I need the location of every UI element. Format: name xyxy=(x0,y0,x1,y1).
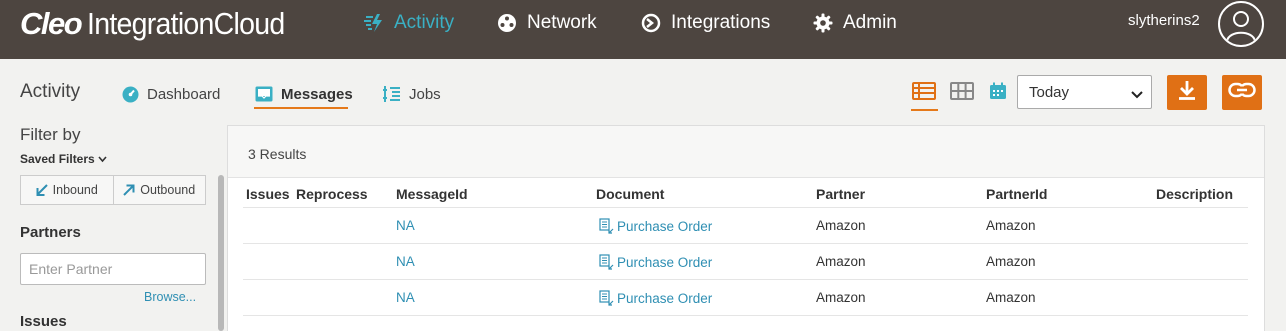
results-count: 3 Results xyxy=(248,146,307,162)
results-panel: 3 Results xyxy=(227,125,1265,331)
list-view-icon[interactable] xyxy=(911,80,937,102)
tab-messages[interactable]: Messages xyxy=(255,84,353,104)
outbound-label: Outbound xyxy=(140,183,196,197)
partner-cell: Amazon xyxy=(816,254,866,269)
column-header-document[interactable]: Document xyxy=(596,186,664,202)
document-link[interactable]: Purchase Order xyxy=(598,254,712,270)
row-divider xyxy=(243,315,1248,316)
partners-heading: Partners xyxy=(20,224,81,241)
partner-input[interactable]: Enter Partner xyxy=(20,253,206,285)
inbound-document-icon xyxy=(598,218,617,234)
column-header-messageid[interactable]: MessageId xyxy=(396,186,468,202)
outbound-button[interactable]: Outbound xyxy=(112,176,206,204)
inbound-document-icon xyxy=(598,290,617,306)
column-header-partner[interactable]: Partner xyxy=(816,186,865,202)
top-bar: Cleo IntegrationCloud Activity Network I… xyxy=(0,0,1286,59)
activity-icon xyxy=(363,12,385,34)
nav-activity[interactable]: Activity xyxy=(363,0,454,46)
active-view-indicator xyxy=(911,109,938,111)
message-id-link[interactable]: NA xyxy=(396,254,415,269)
saved-filters-label: Saved Filters xyxy=(20,152,95,166)
column-header-partnerid[interactable]: PartnerId xyxy=(986,186,1047,202)
jobs-icon xyxy=(383,85,401,103)
row-divider xyxy=(243,243,1248,244)
nav-network-label: Network xyxy=(527,12,597,33)
saved-filters-dropdown[interactable]: Saved Filters xyxy=(20,152,107,166)
download-icon xyxy=(1176,79,1198,106)
partner-cell: Amazon xyxy=(816,218,866,233)
column-header-reprocess[interactable]: Reprocess xyxy=(296,186,368,202)
user-avatar-icon[interactable] xyxy=(1218,1,1264,47)
link-icon xyxy=(1228,82,1256,103)
inbound-button[interactable]: Inbound xyxy=(21,176,113,204)
document-name: Purchase Order xyxy=(617,218,713,234)
tab-messages-label: Messages xyxy=(281,85,353,103)
nav-integrations-label: Integrations xyxy=(671,12,771,33)
gear-icon xyxy=(812,12,834,34)
issues-heading: Issues xyxy=(20,313,67,330)
download-button[interactable] xyxy=(1167,75,1207,110)
document-link[interactable]: Purchase Order xyxy=(598,218,712,234)
tab-dashboard-label: Dashboard xyxy=(147,85,221,103)
document-name: Purchase Order xyxy=(617,290,713,306)
inbound-label: Inbound xyxy=(52,183,98,197)
brand-name: IntegrationCloud xyxy=(87,6,285,41)
integrations-icon xyxy=(640,12,662,34)
active-tab-indicator xyxy=(254,107,348,109)
nav-network[interactable]: Network xyxy=(496,0,597,46)
tab-jobs-label: Jobs xyxy=(409,85,441,103)
inbound-document-icon xyxy=(598,254,617,270)
column-header-issues[interactable]: Issues xyxy=(246,186,290,202)
brand-logo[interactable]: Cleo IntegrationCloud xyxy=(20,6,302,46)
partner-id-cell: Amazon xyxy=(986,290,1036,305)
messages-icon xyxy=(255,86,273,102)
row-divider xyxy=(243,207,1248,208)
browse-link[interactable]: Browse... xyxy=(144,290,196,304)
page-title: Activity xyxy=(20,81,81,102)
username[interactable]: slytherins2 xyxy=(1128,12,1200,29)
message-id-link[interactable]: NA xyxy=(396,218,415,233)
network-icon xyxy=(496,12,518,34)
filter-title: Filter by xyxy=(20,125,81,144)
document-name: Purchase Order xyxy=(617,254,713,270)
row-divider xyxy=(243,279,1248,280)
tab-jobs[interactable]: Jobs xyxy=(383,84,441,104)
chevron-down-icon xyxy=(1131,87,1143,104)
direction-toggle: Inbound Outbound xyxy=(20,175,206,205)
partner-cell: Amazon xyxy=(816,290,866,305)
brand-bold: Cleo xyxy=(20,6,83,41)
arrow-up-right-icon xyxy=(123,184,140,196)
share-link-button[interactable] xyxy=(1222,75,1262,110)
partner-id-cell: Amazon xyxy=(986,218,1036,233)
chevron-down-icon xyxy=(98,155,107,163)
nav-activity-label: Activity xyxy=(394,12,455,33)
message-id-link[interactable]: NA xyxy=(396,290,415,305)
filter-scrollbar[interactable] xyxy=(218,175,224,331)
dashboard-icon xyxy=(122,86,139,103)
date-range-value: Today xyxy=(1029,83,1070,101)
date-range-select[interactable]: Today xyxy=(1017,75,1152,109)
arrow-down-left-icon xyxy=(36,184,53,196)
nav-admin-label: Admin xyxy=(843,12,897,33)
calendar-icon[interactable] xyxy=(985,80,1011,102)
grid-view-icon[interactable] xyxy=(949,80,975,102)
results-header: 3 Results xyxy=(228,126,1264,178)
tab-dashboard[interactable]: Dashboard xyxy=(122,84,220,104)
partner-input-placeholder: Enter Partner xyxy=(29,261,113,277)
column-header-description[interactable]: Description xyxy=(1156,186,1233,202)
nav-integrations[interactable]: Integrations xyxy=(640,0,770,46)
document-link[interactable]: Purchase Order xyxy=(598,290,712,306)
nav-admin[interactable]: Admin xyxy=(812,0,897,46)
partner-id-cell: Amazon xyxy=(986,254,1036,269)
